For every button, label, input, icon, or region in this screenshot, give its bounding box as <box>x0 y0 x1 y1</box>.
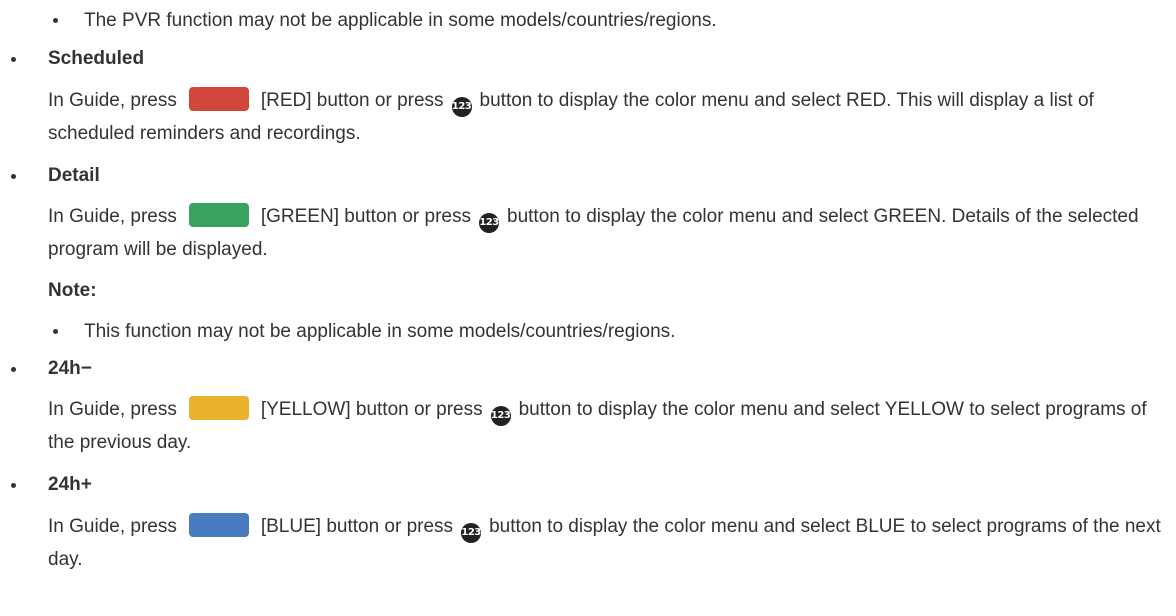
body-text: In Guide, press <box>48 90 177 111</box>
note-label: Note: <box>48 280 97 301</box>
body-text: In Guide, press <box>48 399 177 420</box>
bullet-icon <box>53 18 58 23</box>
bullet-icon <box>11 174 16 179</box>
body-text: In Guide, press <box>48 516 177 537</box>
button-label: [GREEN] button or press <box>260 206 471 227</box>
bullet-icon <box>11 367 16 372</box>
button-label: [BLUE] button or press <box>260 516 454 537</box>
pvr-note: The PVR function may not be applicable i… <box>84 10 717 31</box>
123-icon: 123 <box>479 213 499 233</box>
bullet-icon <box>11 57 16 62</box>
body-text: In Guide, press <box>48 206 177 227</box>
section-heading-24h-plus: 24h+ <box>48 474 92 495</box>
section-body-scheduled: In Guide, press [RED] button or press 123 b… <box>48 84 1163 150</box>
blue-button-swatch <box>188 513 249 537</box>
section-body-24h-plus: In Guide, press [BLUE] button or press 123… <box>48 510 1163 576</box>
section-heading-detail: Detail <box>48 165 100 186</box>
section-heading-scheduled: Scheduled <box>48 48 145 69</box>
123-icon: 123 <box>490 406 511 426</box>
section-body-detail: In Guide, press [GREEN] button or press 12… <box>48 200 1163 266</box>
yellow-button-swatch <box>188 396 249 420</box>
green-button-swatch <box>188 203 249 227</box>
button-label: [YELLOW] button or press <box>260 399 483 420</box>
section-heading-24h-minus: 24h− <box>48 358 92 379</box>
123-icon: 123 <box>461 523 481 543</box>
section-body-24h-minus: In Guide, press [YELLOW] button or press 1… <box>48 393 1163 459</box>
bullet-icon <box>53 329 58 334</box>
123-icon: 123 <box>451 97 472 117</box>
button-label: [RED] button or press <box>260 90 444 111</box>
note-item: This function may not be applicable in s… <box>84 321 676 342</box>
red-button-swatch <box>188 87 249 111</box>
bullet-icon <box>11 483 16 488</box>
